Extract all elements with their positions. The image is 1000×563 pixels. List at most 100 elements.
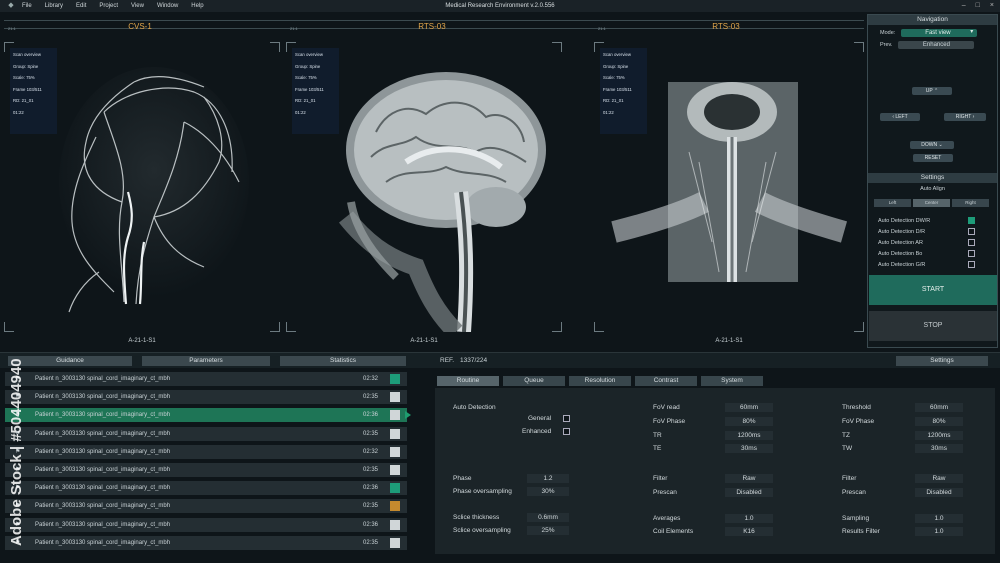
stop-button[interactable]: STOP	[869, 311, 997, 341]
prescan-value[interactable]: Disabled	[725, 488, 773, 497]
averages-value[interactable]: 1.0	[725, 514, 773, 523]
patient-row[interactable]: ⚑ Patient n_3003130 spinal_cord_imaginary…	[5, 517, 407, 532]
tab-guidance[interactable]: Guidance	[8, 356, 132, 366]
patient-row[interactable]: ⚑ Patient n_3003130 spinal_cord_imaginary…	[5, 444, 407, 459]
checkbox[interactable]	[968, 261, 975, 268]
reset-button[interactable]: RESET	[913, 154, 953, 162]
patient-row[interactable]: ⚑ Patient n_3003130 spinal_cord_imaginary…	[5, 426, 407, 441]
menu-help[interactable]: Help	[191, 3, 203, 9]
right-button[interactable]: RIGHT ›	[944, 113, 986, 121]
slice-oversampling-label: Sclice oversampling	[453, 527, 511, 534]
patient-row[interactable]: ⚑ Patient n_3003130 spinal_cord_imaginary…	[5, 372, 407, 386]
te-value[interactable]: 30ms	[725, 444, 773, 453]
phase-oversampling-value[interactable]: 30%	[527, 487, 569, 496]
status-indicator[interactable]	[390, 519, 400, 530]
phase-label: Phase	[453, 475, 472, 482]
align-center-toggle[interactable]: Center	[913, 199, 950, 207]
tab-resolution[interactable]: Resolution	[569, 376, 631, 386]
filter-2-label: Filter	[842, 475, 857, 482]
patient-row[interactable]: ⚑ Patient n_3003130 spinal_cord_imaginary…	[5, 499, 407, 514]
slice-oversampling-value[interactable]: 25%	[527, 526, 569, 535]
fov-phase-value[interactable]: 80%	[725, 417, 773, 426]
slice-thickness-value[interactable]: 0.6mm	[527, 513, 569, 522]
tr-value[interactable]: 1200ms	[725, 431, 773, 440]
viewport-1-title: CVS-1	[128, 22, 152, 31]
auto-detection-label: Auto Detection	[453, 404, 496, 411]
viewport-angiography[interactable]: Scan overview Group: Spine Scale: 75% Fram…	[4, 42, 280, 344]
patient-name: Patient n_3003130 spinal_cord_imaginary_…	[35, 376, 171, 382]
viewport-coronal[interactable]: Scan overview Group: Spine Scale: 75% Fram…	[594, 42, 864, 344]
coil-elements-label: Coil Elements	[653, 528, 694, 535]
status-indicator[interactable]	[390, 465, 400, 475]
status-indicator[interactable]	[390, 446, 400, 457]
start-button[interactable]: START	[869, 275, 997, 305]
fov-read-value[interactable]: 60mm	[725, 403, 773, 412]
tab-system[interactable]: System	[701, 376, 763, 386]
checkbox[interactable]	[968, 228, 975, 235]
viewport-3-label: A-21-1-S1	[715, 338, 743, 344]
detection-row[interactable]: Auto Detection AR	[868, 237, 997, 248]
patient-row[interactable]: ⚑ Patient n_3003130 spinal_cord_imaginary…	[5, 408, 411, 423]
menu-view[interactable]: View	[131, 3, 144, 9]
tab-contrast[interactable]: Contrast	[635, 376, 697, 386]
status-indicator[interactable]	[390, 537, 400, 548]
patient-row[interactable]: ⚑ Patient n_3003130 spinal_cord_imaginary…	[5, 390, 407, 405]
viewport-2-info: Scan overview Group: Spine Scale: 75% Fram…	[292, 48, 339, 134]
status-indicator[interactable]	[390, 392, 400, 403]
tz-value[interactable]: 1200ms	[915, 431, 963, 440]
tab-parameters[interactable]: Parameters	[142, 356, 270, 366]
up-button[interactable]: UP ⌃	[912, 87, 952, 95]
patient-row[interactable]: ⚑ Patient n_3003130 spinal_cord_imaginary…	[5, 463, 407, 477]
status-indicator[interactable]	[390, 428, 400, 439]
filter-2-value[interactable]: Raw	[915, 474, 963, 483]
sampling-value[interactable]: 1.0	[915, 514, 963, 523]
viewport-3-title: RTS-03	[712, 22, 740, 31]
menu-library[interactable]: Library	[45, 3, 63, 9]
menu-edit[interactable]: Edit	[76, 3, 86, 9]
menu-project[interactable]: Project	[99, 3, 118, 9]
prescan-2-value[interactable]: Disabled	[915, 488, 963, 497]
minimize-icon[interactable]: –	[962, 0, 966, 12]
tab-statistics[interactable]: Statistics	[280, 356, 406, 366]
patient-time: 02:35	[363, 467, 379, 473]
results-filter-value[interactable]: 1.0	[915, 527, 963, 536]
prev-select[interactable]: Enhanced	[898, 41, 975, 49]
close-icon[interactable]: ×	[990, 0, 994, 12]
detection-row[interactable]: Auto Detection D/R	[868, 226, 997, 237]
general-checkbox[interactable]	[563, 415, 570, 422]
tw-label: TW	[842, 445, 853, 452]
app-window: ◆ File Library Edit Project View Window …	[0, 0, 1000, 563]
detection-row[interactable]: Auto Detection Bo	[868, 248, 997, 259]
align-right-toggle[interactable]: Right	[952, 199, 989, 207]
viewport-sagittal[interactable]: Scan overview Group: Spine Scale: 75% Fram…	[286, 42, 562, 344]
status-indicator[interactable]	[390, 501, 400, 512]
left-button[interactable]: ‹ LEFT	[880, 113, 920, 121]
menu-file[interactable]: File	[22, 3, 32, 9]
align-left-toggle[interactable]: Left	[874, 199, 911, 207]
detection-row[interactable]: Auto Detection G/R	[868, 259, 997, 270]
mode-select[interactable]: Fast view ▾	[901, 29, 978, 37]
checkbox[interactable]	[968, 239, 975, 246]
down-button[interactable]: DOWN ⌄	[910, 141, 954, 149]
viewport-2-label: A-21-1-S1	[410, 338, 438, 344]
settings-button[interactable]: Settings	[896, 356, 988, 366]
filter-value[interactable]: Raw	[725, 474, 773, 483]
coil-elements-value[interactable]: K16	[725, 527, 773, 536]
threshold-value[interactable]: 60mm	[915, 403, 963, 412]
menu-window[interactable]: Window	[157, 3, 178, 9]
enhanced-checkbox[interactable]	[563, 428, 570, 435]
fov-phase-2-value[interactable]: 80%	[915, 417, 963, 426]
checkbox[interactable]	[968, 250, 975, 257]
tab-queue[interactable]: Queue	[503, 376, 565, 386]
maximize-icon[interactable]: □	[976, 0, 980, 12]
patient-row[interactable]: ⚑ Patient n_3003130 spinal_cord_imaginary…	[5, 535, 407, 550]
phase-value[interactable]: 1.2	[527, 474, 569, 483]
status-indicator[interactable]	[390, 483, 400, 494]
tab-routine[interactable]: Routine	[437, 376, 499, 386]
detection-row[interactable]: Auto Detection DW/R	[868, 215, 997, 226]
status-indicator[interactable]	[390, 374, 400, 384]
patient-row[interactable]: ⚑ Patient n_3003130 spinal_cord_imaginary…	[5, 481, 407, 496]
tw-value[interactable]: 30ms	[915, 444, 963, 453]
status-indicator[interactable]	[390, 410, 400, 421]
checkbox-checked[interactable]	[968, 217, 975, 224]
